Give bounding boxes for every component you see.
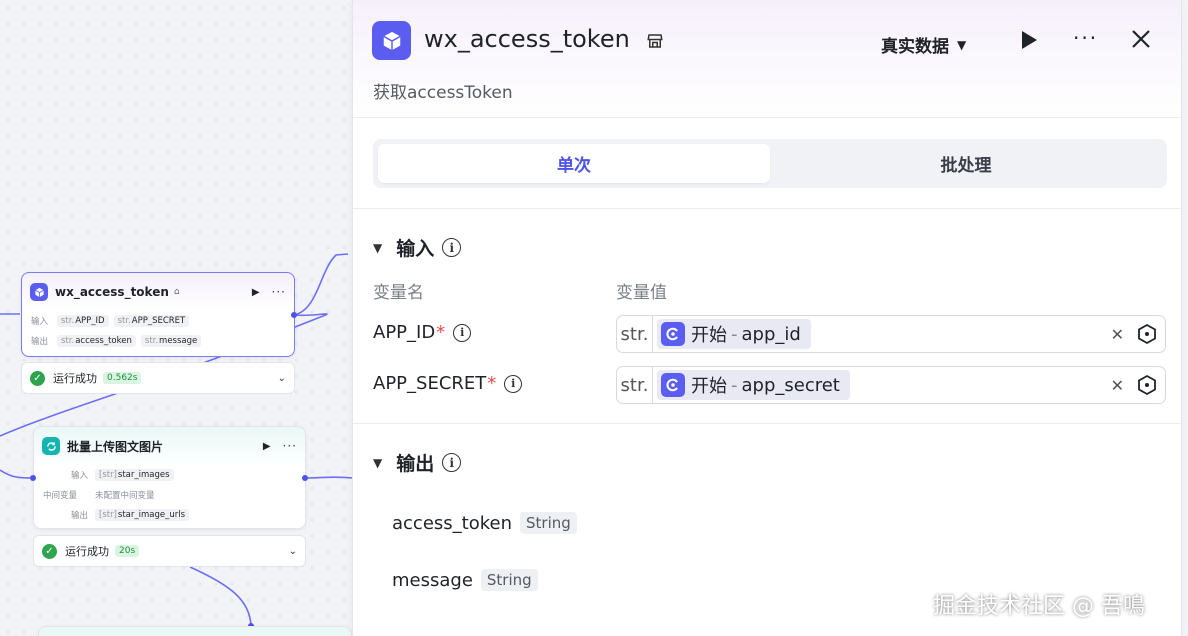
input-section-header[interactable]: ▼ 输入 i bbox=[373, 234, 462, 261]
run-status-bar[interactable]: ✓ 运行成功 0.562s ⌄ bbox=[21, 362, 295, 394]
panel-subtitle: 获取accessToken bbox=[373, 83, 513, 103]
type-badge: String bbox=[520, 512, 577, 534]
success-icon: ✓ bbox=[30, 370, 45, 386]
node-output-port[interactable] bbox=[291, 312, 297, 318]
clear-icon[interactable]: ✕ bbox=[1111, 325, 1124, 344]
column-header-value: 变量值 bbox=[616, 283, 667, 303]
store-icon: ⌂ bbox=[173, 287, 180, 297]
output-chip: [str] star_image_urls bbox=[95, 509, 190, 521]
run-status-bar[interactable]: ✓ 运行成功 20s ⌄ bbox=[33, 535, 306, 567]
divider bbox=[353, 423, 1183, 424]
more-icon[interactable]: ··· bbox=[272, 285, 286, 299]
node-mid-row: 中间变量 未配置中间变量 bbox=[43, 491, 155, 501]
chevron-down-icon: ▼ bbox=[373, 455, 383, 470]
output-chip: str. message bbox=[140, 335, 202, 347]
run-time-badge: 0.562s bbox=[103, 372, 142, 384]
node-title: 批量上传图文图片 bbox=[67, 439, 164, 454]
close-icon[interactable] bbox=[1130, 28, 1152, 54]
output-chip: str. access_token bbox=[57, 335, 136, 347]
node-output-port[interactable] bbox=[302, 475, 308, 481]
info-icon[interactable]: i bbox=[453, 323, 472, 342]
variable-name: APP_ID * i bbox=[373, 322, 472, 343]
node-output-row: 输出 str. access_token str. message bbox=[22, 331, 294, 351]
output-section-header[interactable]: ▼ 输出 i bbox=[373, 449, 462, 476]
chevron-down-icon[interactable]: ⌄ bbox=[289, 546, 297, 557]
info-icon[interactable]: i bbox=[442, 453, 462, 472]
run-node-icon[interactable]: ▶ bbox=[252, 287, 260, 298]
more-icon[interactable]: ··· bbox=[1073, 26, 1098, 50]
node-input-row: 输入 [str] star_images bbox=[34, 465, 305, 485]
panel-header: wx_access_token 获取accessToken 真实数据 ▼ ··· bbox=[353, 0, 1181, 118]
caret-down-icon: ▼ bbox=[957, 37, 967, 52]
variable-value-input[interactable]: str. 开始 - app_secret ✕ bbox=[616, 366, 1166, 404]
info-icon[interactable]: i bbox=[442, 238, 462, 257]
canvas-node-partial[interactable] bbox=[38, 626, 352, 636]
run-mode-tabs: 单次 批处理 bbox=[373, 139, 1167, 188]
input-chip: [str] star_images bbox=[95, 469, 174, 481]
chevron-down-icon[interactable]: ⌄ bbox=[278, 373, 286, 384]
output-variable-row: access_token String bbox=[392, 512, 577, 534]
chevron-down-icon: ▼ bbox=[373, 240, 383, 255]
node-input-row: 输入 str. APP_ID str. APP_SECRET bbox=[22, 311, 294, 331]
run-time-badge: 20s bbox=[115, 545, 140, 557]
status-text: 运行成功 bbox=[53, 372, 97, 385]
tab-single[interactable]: 单次 bbox=[378, 144, 770, 183]
variable-picker-icon[interactable] bbox=[1136, 323, 1158, 345]
variable-reference-tag[interactable]: 开始 - app_id bbox=[657, 319, 811, 349]
plugin-icon bbox=[30, 283, 48, 301]
type-badge: String bbox=[480, 569, 538, 591]
success-icon: ✓ bbox=[42, 543, 57, 559]
canvas-node-batch-upload[interactable]: 批量上传图文图片 ▶ ··· 输入 [str] star_images 中间变量 … bbox=[33, 426, 306, 529]
column-header-name: 变量名 bbox=[373, 283, 424, 303]
more-icon[interactable]: ··· bbox=[283, 439, 297, 453]
input-chip: str. APP_ID bbox=[57, 315, 109, 327]
clear-icon[interactable]: ✕ bbox=[1111, 376, 1124, 395]
input-chip: str. APP_SECRET bbox=[113, 315, 190, 327]
type-label: str. bbox=[617, 367, 653, 403]
node-output-row: 输出 [str] star_image_urls bbox=[34, 505, 305, 525]
variable-reference-tag[interactable]: 开始 - app_secret bbox=[657, 370, 850, 400]
canvas-node-wx-access-token[interactable]: wx_access_token ⌂ ▶ ··· 输入 str. APP_ID st… bbox=[21, 272, 295, 357]
variable-picker-icon[interactable] bbox=[1136, 374, 1158, 396]
panel-title: wx_access_token bbox=[424, 25, 630, 53]
type-label: str. bbox=[617, 316, 653, 352]
output-variable-row: message String bbox=[392, 569, 538, 591]
start-node-icon bbox=[661, 322, 685, 346]
divider bbox=[353, 208, 1183, 209]
variable-name: APP_SECRET * i bbox=[373, 373, 523, 394]
store-icon[interactable] bbox=[646, 32, 664, 54]
data-mode-dropdown[interactable]: 真实数据 ▼ bbox=[881, 32, 966, 57]
loop-icon bbox=[42, 437, 60, 455]
watermark: 掘金技术社区 @ 吾鳴 bbox=[933, 594, 1145, 619]
run-node-icon[interactable]: ▶ bbox=[263, 441, 271, 452]
info-icon[interactable]: i bbox=[504, 374, 523, 393]
plugin-icon bbox=[372, 21, 411, 60]
tab-batch[interactable]: 批处理 bbox=[770, 144, 1162, 183]
variable-value-input[interactable]: str. 开始 - app_id ✕ bbox=[616, 315, 1166, 353]
node-input-port[interactable] bbox=[30, 475, 36, 481]
node-title: wx_access_token bbox=[55, 285, 169, 299]
node-detail-panel: wx_access_token 获取accessToken 真实数据 ▼ ···… bbox=[352, 0, 1183, 636]
start-node-icon bbox=[661, 373, 685, 397]
status-text: 运行成功 bbox=[65, 545, 109, 558]
run-icon[interactable] bbox=[1019, 29, 1039, 55]
